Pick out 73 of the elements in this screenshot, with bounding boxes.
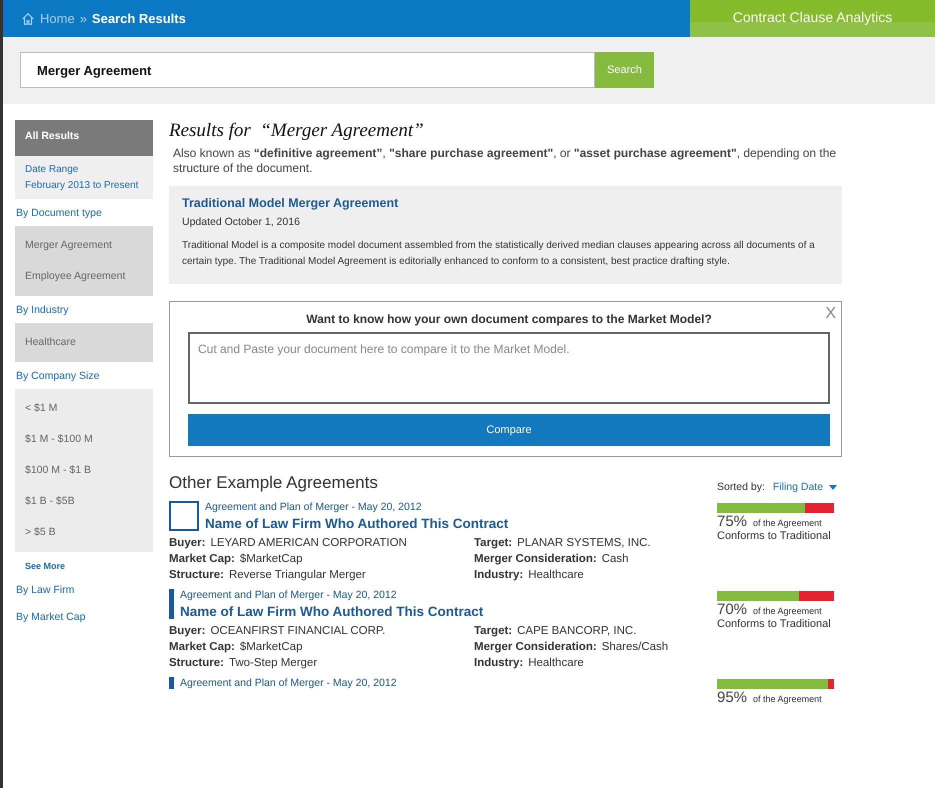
home-icon[interactable] <box>21 12 35 26</box>
filter-heading[interactable]: By Document type <box>15 199 153 226</box>
field-value: Cash <box>602 553 629 565</box>
filter-option[interactable]: $1 B - $5B <box>15 486 153 517</box>
sidebar-item[interactable]: All Results <box>15 120 153 156</box>
section-title: Other Example Agreements <box>169 473 378 493</box>
caret-icon <box>829 484 838 490</box>
field-value: CAPE BANCORP, INC. <box>517 625 636 637</box>
field-label: Market Cap: <box>169 553 235 565</box>
results-heading: Results for “Merger Agreement” <box>169 120 424 141</box>
agreement-meta: Agreement and Plan of Merger - May 20, 2012 <box>205 501 423 513</box>
filter-heading[interactable]: By Law Firm <box>15 576 153 603</box>
filter-option[interactable]: < $1 M <box>15 393 153 424</box>
date-range-link[interactable]: Date Range <box>25 164 147 175</box>
agreement-meta: Agreement and Plan of Merger - May 20, 2012 <box>180 677 397 689</box>
filter-option[interactable]: Healthcare <box>15 327 153 358</box>
field-value: $MarketCap <box>240 641 302 653</box>
filter-option[interactable]: > $5 B <box>15 517 153 548</box>
date-range-link[interactable]: February 2013 to Present <box>25 180 147 191</box>
field-label: Merger Consideration: <box>474 553 597 565</box>
synonyms-text: Also known as “definitive agreement”, "share purchase agreement", or "asset purchase agreement", depending on the structure of the document. <box>173 146 838 176</box>
conformance-caption: of the Agreement <box>753 606 822 616</box>
document-input[interactable]: Cut and Paste your document here to compare it to the Market Model. <box>188 332 830 404</box>
conformance-percent: 70% <box>717 601 748 618</box>
field-value: Two-Step Merger <box>228 657 318 669</box>
field-value: $MarketCap <box>240 553 302 565</box>
field-value: LEYARD AMERICAN CORPORATION <box>210 537 407 549</box>
filter-option[interactable]: Employee Agreement <box>15 261 153 292</box>
field-label: Merger Consideration: <box>474 641 597 653</box>
compare-button[interactable]: Compare <box>188 414 830 446</box>
filter-heading[interactable]: By Industry <box>15 296 153 323</box>
field-value: OCEANFIRST FINANCIAL CORP. <box>210 625 386 637</box>
conformance-caption: of the Agreement <box>753 518 822 528</box>
field-label: Industry: <box>474 657 524 669</box>
field-value: Healthcare <box>528 657 584 669</box>
field-label: Structure: <box>169 657 224 669</box>
field-value: Reverse Triangular Merger <box>228 569 366 581</box>
result-title-link[interactable]: Name of Law Firm Who Authored This Contract <box>180 604 484 619</box>
field-value: PLANAR SYSTEMS, INC. <box>517 537 651 549</box>
filter-option[interactable]: $1 M - $100 M <box>15 424 153 455</box>
see-more-link[interactable]: See More <box>15 552 153 576</box>
field-label: Buyer: <box>169 537 206 549</box>
home-link[interactable]: Home <box>40 11 75 26</box>
field-label: Target: <box>474 625 512 637</box>
filter-heading[interactable]: By Market Cap <box>15 603 153 630</box>
result-title-link[interactable]: Name of Law Firm Who Authored This Contract <box>205 516 508 531</box>
model-title-link[interactable]: Traditional Model Merger Agreement <box>182 196 829 210</box>
breadcrumb-separator: » <box>80 11 87 26</box>
breadcrumb-current: Search Results <box>92 11 186 26</box>
agreement-meta: Agreement and Plan of Merger - May 20, 2012 <box>180 589 398 601</box>
field-label: Buyer: <box>169 625 206 637</box>
field-label: Structure: <box>169 569 224 581</box>
filter-heading[interactable]: By Company Size <box>15 362 153 389</box>
conformance-note: Conforms to Traditional <box>717 530 832 542</box>
search-field[interactable]: Merger Agreement <box>20 52 595 88</box>
field-value: Shares/Cash <box>602 641 668 653</box>
sort-dropdown[interactable]: Filing Date <box>772 481 838 493</box>
filter-option[interactable]: Merger Agreement <box>15 230 153 261</box>
field-value: Healthcare <box>528 569 584 581</box>
close-button[interactable]: X <box>825 305 836 323</box>
field-label: Market Cap: <box>169 641 235 653</box>
model-description: Traditional Model is a composite model document assembled from the statistically derived median clauses appearing across all documents of a certain type. The Traditional Model Agreement is editorially enhanced to conform to a consistent, best practice drafting style. <box>182 239 816 269</box>
compare-question: Want to know how your own document compares to the Market Model? <box>305 312 713 326</box>
conformance-percent: 75% <box>717 513 748 530</box>
conformance-caption: of the Agreement <box>753 694 822 704</box>
filter-option[interactable]: $100 M - $1 B <box>15 455 153 486</box>
field-label: Target: <box>474 537 512 549</box>
updated-date: Updated October 1, 2016 <box>182 216 301 228</box>
sort-label: Sorted by: <box>717 481 765 493</box>
conformance-note: Conforms to Traditional <box>717 618 832 630</box>
field-label: Industry: <box>474 569 524 581</box>
app-title: Contract Clause Analytics <box>690 0 935 37</box>
conformance-percent: 95% <box>717 689 748 706</box>
